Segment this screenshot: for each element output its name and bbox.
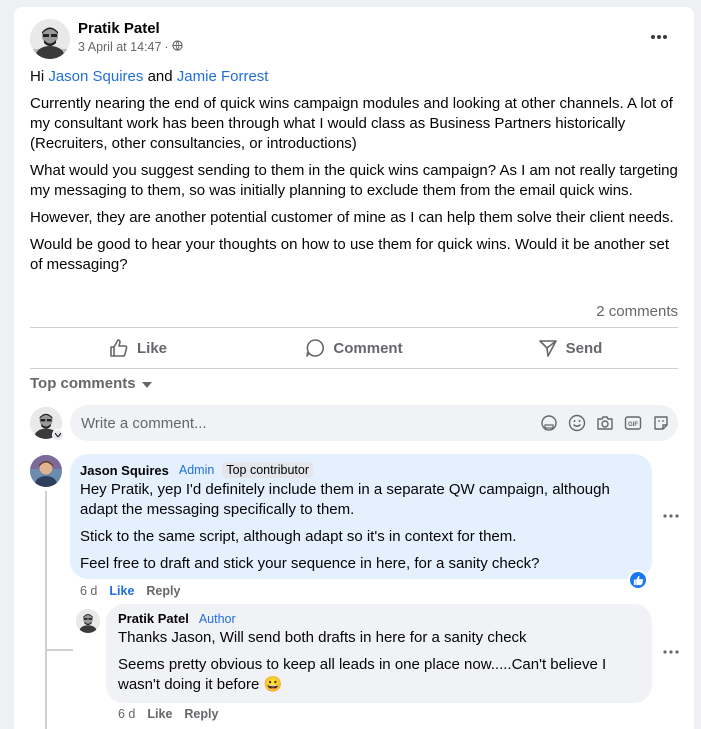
post-paragraph: What would you suggest sending to them i… xyxy=(30,162,678,199)
reply-paragraph: Thanks Jason, Will send both drafts in h… xyxy=(118,629,527,646)
more-icon xyxy=(663,514,679,518)
chevron-down-icon[interactable] xyxy=(52,429,64,441)
reply-author[interactable]: Pratik Patel xyxy=(118,611,189,626)
comment-paragraph: Stick to the same script, although adapt… xyxy=(80,528,517,545)
reply-reply-button[interactable]: Reply xyxy=(184,707,218,721)
reply-like-button[interactable]: Like xyxy=(147,707,172,721)
post-actions: Like Comment Send xyxy=(30,328,678,368)
globe-icon xyxy=(171,40,183,54)
grinning-emoji: 😀 xyxy=(263,676,283,693)
thumbs-up-icon xyxy=(633,575,643,585)
post-body: Hi Jason Squires and Jamie Forrest Curre… xyxy=(30,67,680,282)
post-author-name[interactable]: Pratik Patel xyxy=(78,20,160,37)
divider xyxy=(30,368,678,369)
sticker-icon[interactable] xyxy=(651,414,670,433)
reply-actions: 6 d Like Reply xyxy=(118,707,218,721)
send-button[interactable]: Send xyxy=(462,328,678,368)
like-reaction-badge[interactable] xyxy=(628,570,648,590)
emoji-icon[interactable] xyxy=(567,414,586,433)
comment-paragraph: Hey Pratik, yep I'd definitely include t… xyxy=(80,481,610,518)
send-icon xyxy=(538,340,557,357)
gif-icon[interactable]: GIF xyxy=(623,414,642,433)
camera-icon[interactable] xyxy=(595,414,614,433)
post-author-avatar[interactable] xyxy=(30,19,70,59)
write-comment-box: GIF xyxy=(70,405,678,441)
reply-age[interactable]: 6 d xyxy=(118,707,135,721)
comment-options-button[interactable] xyxy=(658,508,684,524)
reply-paragraph: Seems pretty obvious to keep all leads i… xyxy=(118,656,607,693)
avatar-sticker-icon[interactable] xyxy=(539,414,558,433)
post-paragraph: Would be good to hear your thoughts on h… xyxy=(30,236,669,273)
comment-tools: GIF xyxy=(539,414,670,433)
comment-age[interactable]: 6 d xyxy=(80,584,97,598)
comments-filter[interactable]: Top comments xyxy=(30,375,152,392)
thread-line xyxy=(45,649,73,651)
post-options-button[interactable] xyxy=(646,29,672,45)
reply-bubble: Pratik Patel Author Thanks Jason, Will s… xyxy=(106,604,652,703)
thread-line xyxy=(45,491,47,651)
reply-author-avatar[interactable] xyxy=(76,609,100,633)
thumbs-up-icon xyxy=(110,339,128,357)
comment-reply-button[interactable]: Reply xyxy=(146,584,180,598)
comment-text: Hey Pratik, yep I'd definitely include t… xyxy=(80,480,642,574)
mention-jamie[interactable]: Jamie Forrest xyxy=(177,68,269,85)
more-icon xyxy=(663,650,679,654)
comment-bubble: Jason Squires Admin Top contributor Hey … xyxy=(70,454,652,579)
post-timestamp[interactable]: 3 April at 14:47 xyxy=(78,40,161,54)
comment-header: Jason Squires Admin Top contributor xyxy=(80,462,642,478)
top-contributor-badge: Top contributor xyxy=(222,462,313,478)
svg-text:GIF: GIF xyxy=(628,422,638,428)
comment-button[interactable]: Comment xyxy=(246,328,462,368)
admin-badge: Admin xyxy=(178,463,215,477)
comment-author[interactable]: Jason Squires xyxy=(80,463,169,478)
post-paragraph: However, they are another potential cust… xyxy=(30,209,674,226)
like-button[interactable]: Like xyxy=(30,328,246,368)
comment-actions: 6 d Like Reply xyxy=(80,584,180,598)
comment-icon xyxy=(306,339,325,357)
commenter-avatar[interactable] xyxy=(30,455,62,487)
post-card: Pratik Patel 3 April at 14:47 · Hi Jason… xyxy=(14,7,694,729)
author-badge: Author xyxy=(198,611,236,626)
more-icon xyxy=(651,35,667,39)
thread-line xyxy=(45,649,47,729)
comment-paragraph: Feel free to draft and stick your sequen… xyxy=(80,555,540,572)
mention-jason[interactable]: Jason Squires xyxy=(48,68,143,85)
reply-header: Pratik Patel Author xyxy=(118,611,640,626)
post-meta: 3 April at 14:47 · xyxy=(78,40,183,54)
post-paragraph: Currently nearing the end of quick wins … xyxy=(30,95,673,152)
comment-count[interactable]: 2 comments xyxy=(596,303,678,320)
caret-down-icon xyxy=(141,375,152,392)
reply-options-button[interactable] xyxy=(658,644,684,660)
comment-input[interactable] xyxy=(81,414,539,432)
post-greeting: Hi Jason Squires and Jamie Forrest xyxy=(30,68,269,85)
reply-text: Thanks Jason, Will send both drafts in h… xyxy=(118,628,640,695)
comment-like-button[interactable]: Like xyxy=(109,584,134,598)
